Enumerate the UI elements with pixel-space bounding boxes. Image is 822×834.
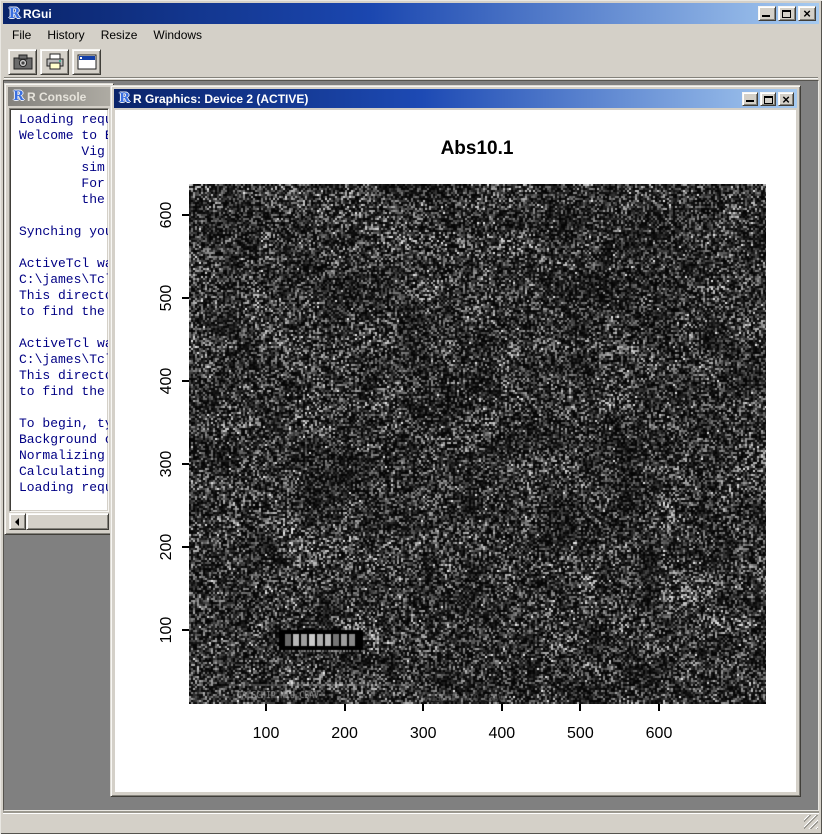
console-window-button[interactable] <box>72 49 101 75</box>
minimize-button[interactable] <box>758 6 776 21</box>
y-tick <box>182 214 189 216</box>
x-tick <box>501 704 503 711</box>
console-text: Loading requ Welcome to B Vig sim For th… <box>10 109 108 496</box>
x-tick <box>658 704 660 711</box>
y-tick-label: 400 <box>158 364 174 398</box>
menu-windows[interactable]: Windows <box>153 27 210 44</box>
y-tick <box>182 380 189 382</box>
graphics-window: R R Graphics: Device 2 (ACTIVE) × Abs10.… <box>110 85 801 797</box>
arrow-left-icon <box>15 518 19 526</box>
print-button[interactable] <box>40 49 69 75</box>
minimize-icon <box>762 15 770 17</box>
console-window: R R Console Loading requ Welcome to B Vi… <box>4 83 114 535</box>
graphics-minimize-button[interactable] <box>742 92 758 106</box>
y-tick-label: 300 <box>158 447 174 481</box>
scroll-left-button[interactable] <box>9 513 26 530</box>
console-title-bar[interactable]: R R Console <box>8 87 110 106</box>
x-tick <box>265 704 267 711</box>
x-tick <box>422 704 424 711</box>
microarray-image <box>189 184 766 704</box>
graphics-title-bar[interactable]: R R Graphics: Device 2 (ACTIVE) × <box>114 89 797 108</box>
plot-image-frame: 100200300400500600 100200300400500600 <box>189 184 766 704</box>
menu-history[interactable]: History <box>47 27 92 44</box>
close-icon: × <box>799 6 815 21</box>
y-tick-label: 500 <box>158 281 174 315</box>
camera-icon <box>13 54 33 70</box>
x-tick-label: 200 <box>325 725 365 743</box>
x-tick-label: 100 <box>246 725 286 743</box>
console-title: R Console <box>27 90 86 104</box>
x-tick <box>344 704 346 711</box>
menu-file[interactable]: File <box>12 27 39 44</box>
x-tick-label: 400 <box>482 725 522 743</box>
close-icon: × <box>779 92 793 107</box>
y-tick-label: 600 <box>158 198 174 232</box>
x-tick-label: 600 <box>639 725 679 743</box>
window-icon <box>77 54 97 70</box>
maximize-icon <box>764 96 773 104</box>
graphics-maximize-button[interactable] <box>760 92 776 106</box>
x-tick-label: 300 <box>403 725 443 743</box>
x-tick-label: 500 <box>560 725 600 743</box>
title-bar[interactable]: R RGui × <box>3 3 819 24</box>
resize-grip[interactable] <box>804 815 818 829</box>
console-icon: R <box>10 89 27 105</box>
menu-resize[interactable]: Resize <box>101 27 146 44</box>
graphics-icon: R <box>116 91 133 107</box>
maximize-icon <box>782 10 791 18</box>
window-title: RGui <box>23 7 52 21</box>
x-tick <box>579 704 581 711</box>
rgui-window: R RGui × File History Resize Windows <box>0 0 822 834</box>
y-tick <box>182 546 189 548</box>
printer-icon <box>45 53 65 70</box>
y-tick <box>182 463 189 465</box>
minimize-icon <box>746 100 754 102</box>
maximize-button[interactable] <box>778 6 796 21</box>
y-tick-label: 200 <box>158 530 174 564</box>
toolbar <box>4 46 818 78</box>
status-bar <box>3 813 819 830</box>
console-output[interactable]: Loading requ Welcome to B Vig sim For th… <box>9 108 109 512</box>
console-h-scrollbar[interactable] <box>9 513 109 530</box>
y-tick <box>182 297 189 299</box>
y-tick-label: 100 <box>158 613 174 647</box>
menu-bar: File History Resize Windows <box>4 26 818 44</box>
graphics-title: R Graphics: Device 2 (ACTIVE) <box>133 92 308 106</box>
plot-title: Abs10.1 <box>441 138 514 160</box>
close-button[interactable]: × <box>798 6 816 21</box>
graphics-close-button[interactable]: × <box>778 92 794 106</box>
app-icon: R <box>6 6 23 22</box>
scroll-thumb[interactable] <box>26 513 109 530</box>
copy-plot-button[interactable] <box>8 49 37 75</box>
mdi-workspace: R R Console Loading requ Welcome to B Vi… <box>3 80 819 811</box>
y-tick <box>182 629 189 631</box>
plot-region: Abs10.1 100200300400500600 1002003004005… <box>115 110 796 792</box>
